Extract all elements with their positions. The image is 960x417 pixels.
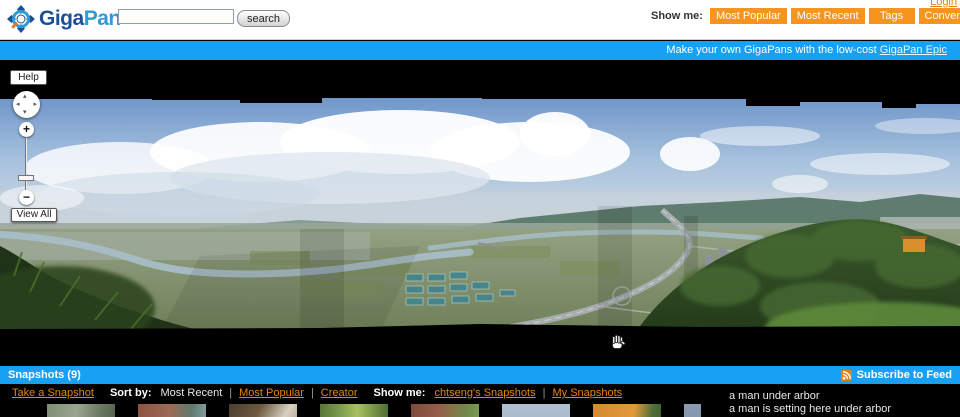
my-snapshots-link[interactable]: My Snapshots bbox=[552, 387, 622, 399]
snapshot-thumbnail-strip bbox=[47, 404, 701, 417]
zoom-slider-track[interactable] bbox=[25, 138, 27, 190]
sort-by-label: Sort by: bbox=[109, 387, 152, 399]
snapshots-toolbar: Take a Snapshot Sort by: Most Recent | M… bbox=[12, 387, 622, 399]
snapshot-thumbnail[interactable] bbox=[138, 404, 206, 417]
top-header: GigaPan search Login Show me: Most Popul… bbox=[0, 0, 960, 40]
subscribe-label: Subscribe to Feed bbox=[856, 369, 952, 381]
zoom-slider-handle[interactable] bbox=[18, 175, 34, 181]
pan-left-icon[interactable]: ◂ bbox=[16, 101, 20, 108]
search-button[interactable]: search bbox=[237, 10, 291, 27]
help-button[interactable]: Help bbox=[10, 70, 47, 85]
snapshot-thumbnail[interactable] bbox=[320, 404, 388, 417]
nav-button-most-popular[interactable]: Most Popular bbox=[709, 8, 787, 24]
nav-button-most-recent[interactable]: Most Recent bbox=[790, 8, 865, 24]
snapshot-thumbnail[interactable] bbox=[229, 404, 297, 417]
search-input[interactable] bbox=[118, 9, 234, 24]
snapshot-caption[interactable]: a man is setting here under arbor bbox=[729, 403, 891, 416]
snapshots-bar: Snapshots (9) Subscribe to Feed bbox=[0, 366, 960, 384]
promo-bar: Make your own GigaPans with the low-cost… bbox=[0, 41, 960, 60]
zoom-out-button[interactable]: − bbox=[19, 190, 34, 205]
snapshot-caption[interactable]: a man under arbor bbox=[729, 390, 891, 403]
nav-button-tags[interactable]: Tags bbox=[868, 8, 915, 24]
hand-drag-cursor-icon bbox=[612, 334, 626, 349]
snapshot-thumbnail[interactable] bbox=[593, 404, 661, 417]
logo-text: GigaPan bbox=[39, 7, 121, 30]
snapshots-title: Snapshots (9) bbox=[8, 369, 81, 381]
show-me-label: Show me: bbox=[651, 10, 703, 22]
panorama-image[interactable] bbox=[0, 96, 960, 332]
take-a-snapshot-link[interactable]: Take a Snapshot bbox=[12, 387, 94, 399]
gigapan-logo[interactable]: GigaPan bbox=[7, 5, 121, 33]
separator: | bbox=[229, 387, 233, 399]
pan-dpad-control[interactable]: ▴ ▾ ◂ ▸ bbox=[13, 91, 40, 118]
zoom-in-button[interactable]: + bbox=[19, 122, 34, 137]
separator: | bbox=[310, 387, 314, 399]
sort-most-popular-link[interactable]: Most Popular bbox=[239, 387, 304, 399]
panorama-viewer: Help ▴ ▾ ◂ ▸ + − View All bbox=[0, 60, 960, 366]
subscribe-to-feed[interactable]: Subscribe to Feed bbox=[840, 366, 952, 384]
gigapan-logo-icon bbox=[7, 5, 35, 33]
snapshot-thumbnail[interactable] bbox=[47, 404, 115, 417]
rss-icon bbox=[840, 369, 852, 381]
promo-text: Make your own GigaPans with the low-cost… bbox=[666, 44, 947, 56]
snapshot-thumbnail[interactable] bbox=[502, 404, 570, 417]
separator: | bbox=[542, 387, 546, 399]
snapshots-panel: Take a Snapshot Sort by: Most Recent | M… bbox=[0, 384, 960, 417]
sort-most-recent-active[interactable]: Most Recent bbox=[161, 387, 223, 399]
pan-right-icon[interactable]: ▸ bbox=[33, 101, 37, 108]
gigapan-epic-link[interactable]: GigaPan Epic bbox=[880, 44, 947, 56]
pan-down-icon[interactable]: ▾ bbox=[23, 109, 27, 116]
login-link[interactable]: Login bbox=[930, 0, 957, 8]
snapshot-caption-list: a man under arbor a man is setting here … bbox=[729, 390, 891, 416]
show-me-nav: Show me: Most Popular Most Recent Tags C… bbox=[651, 8, 960, 24]
view-all-button[interactable]: View All bbox=[11, 208, 57, 222]
gigapan-viewer-page: { "header": { "logo": { "giga": "Giga", … bbox=[0, 0, 960, 417]
pan-up-icon[interactable]: ▴ bbox=[23, 93, 27, 100]
chtseng-snapshots-link[interactable]: chtseng's Snapshots bbox=[434, 387, 535, 399]
snapshot-thumbnail[interactable] bbox=[411, 404, 479, 417]
snapshot-thumbnail[interactable] bbox=[684, 404, 701, 417]
filter-show-me-label: Show me: bbox=[373, 387, 426, 399]
sort-creator-link[interactable]: Creator bbox=[321, 387, 358, 399]
nav-button-conversations[interactable]: Conversations bbox=[918, 8, 960, 24]
